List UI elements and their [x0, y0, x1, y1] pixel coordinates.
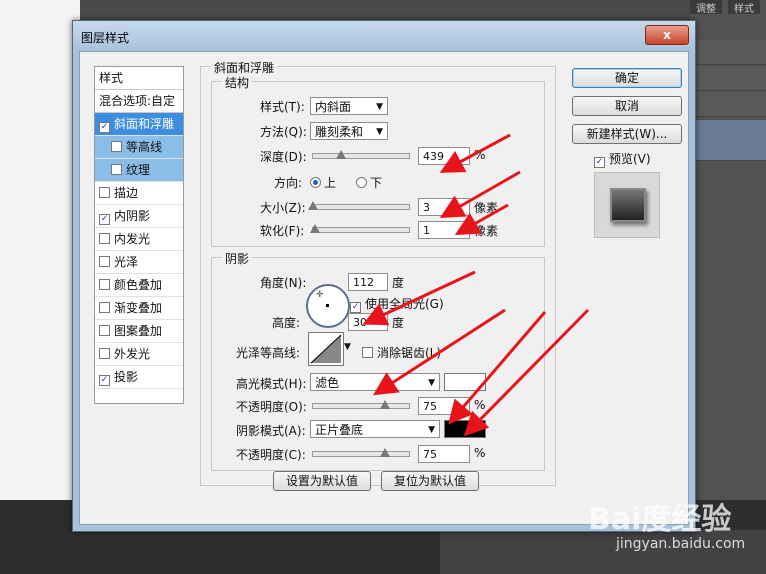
annotation-arrow — [463, 308, 590, 437]
annotation-arrows — [362, 133, 590, 437]
annotation-arrow — [362, 270, 476, 326]
annotation-arrow — [454, 203, 509, 235]
watermark-logo: Bai度经验 — [588, 502, 732, 537]
watermark-url: jingyan.baidu.com — [616, 536, 746, 552]
annotation-arrow — [439, 133, 511, 173]
annotation-arrow — [439, 170, 521, 218]
